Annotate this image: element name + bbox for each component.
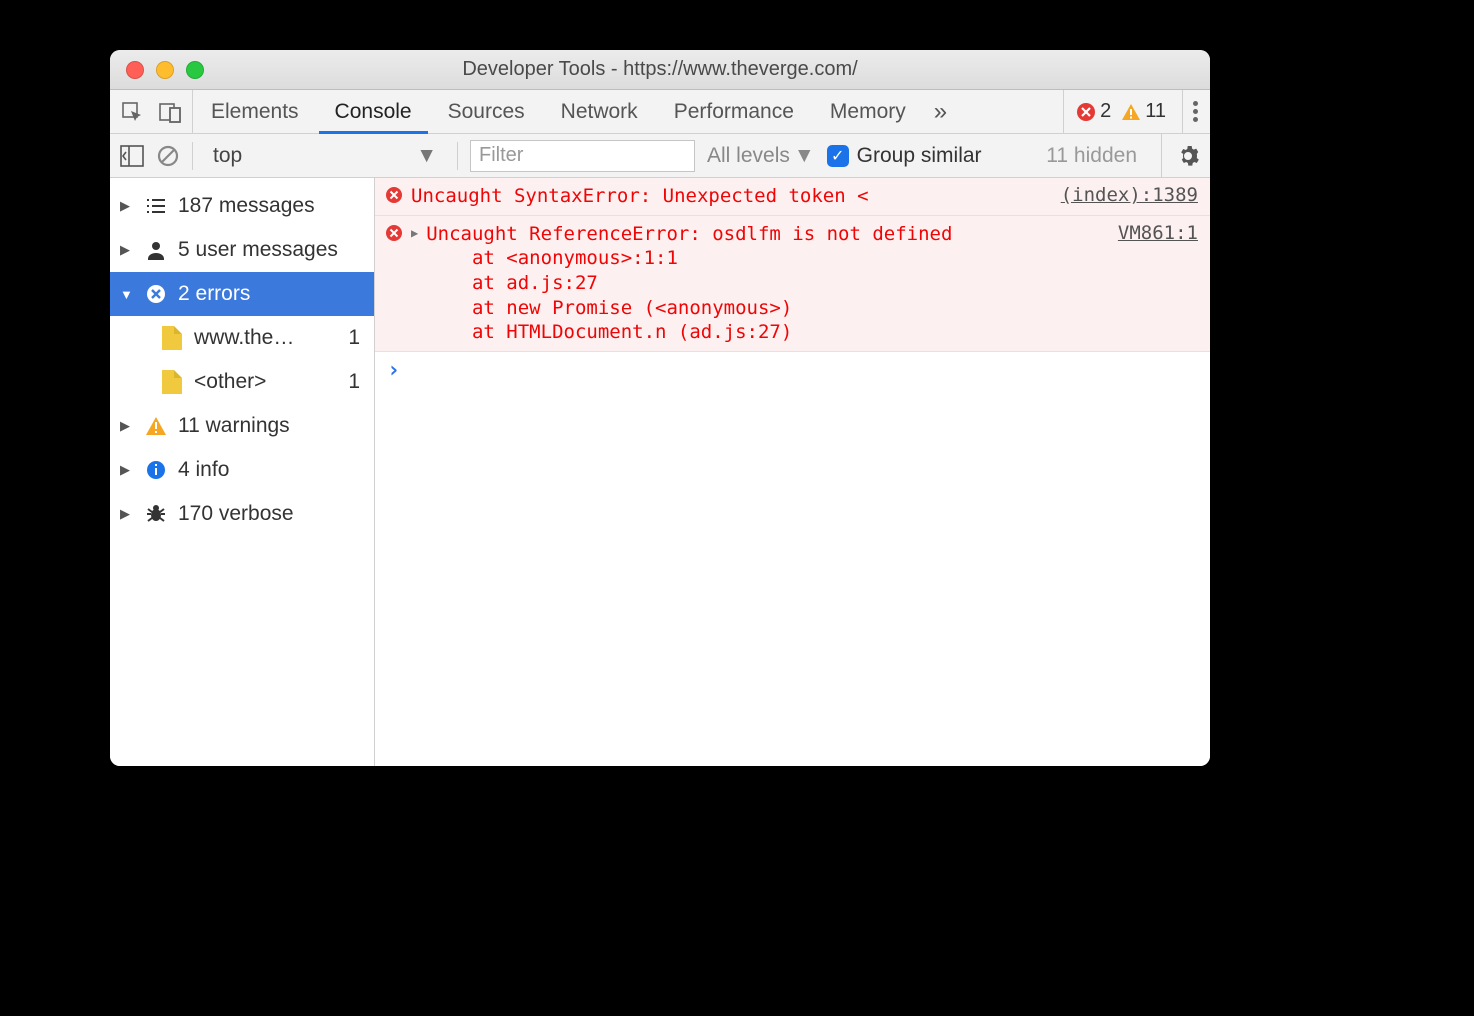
chevron-down-icon: ▼ (416, 144, 437, 168)
sidebar-item-error-source[interactable]: www.the… 1 (110, 316, 374, 360)
sidebar-toggle-icon[interactable] (120, 145, 144, 167)
console-toolbar: top ▼ All levels ▼ ✓ Group similar 11 hi… (110, 134, 1210, 178)
sidebar-item-errors[interactable]: ▼ 2 errors (110, 272, 374, 316)
message-source-link[interactable]: (index):1389 (1061, 184, 1198, 206)
inspect-tools (110, 90, 193, 133)
sidebar-item-label: 4 info (178, 458, 229, 482)
clear-console-icon[interactable] (156, 144, 180, 168)
tab-label: Memory (830, 100, 906, 124)
message-text: Uncaught SyntaxError: Unexpected token < (411, 184, 1053, 209)
sidebar-item-warnings[interactable]: ▶ 11 warnings (110, 404, 374, 448)
panel-tab-strip: Elements Console Sources Network Perform… (110, 90, 1210, 134)
sidebar-item-label: 11 warnings (178, 414, 290, 438)
console-prompt[interactable]: › (375, 352, 1210, 389)
tabs-overflow-button[interactable]: » (924, 90, 957, 133)
file-icon (160, 326, 184, 350)
tab-elements[interactable]: Elements (193, 90, 317, 133)
levels-label: All levels (707, 144, 790, 168)
error-count-badge[interactable]: 2 (1076, 100, 1111, 123)
device-toolbar-icon[interactable] (158, 100, 182, 124)
log-levels-select[interactable]: All levels ▼ (707, 144, 815, 168)
sidebar-item-label: 5 user messages (178, 238, 338, 262)
tab-console[interactable]: Console (317, 90, 430, 133)
console-body: ▶ 187 messages ▶ 5 user messages ▼ 2 err… (110, 178, 1210, 766)
panel-tabs: Elements Console Sources Network Perform… (193, 90, 1063, 133)
context-value: top (213, 144, 242, 168)
sidebar-item-label: 187 messages (178, 194, 315, 218)
traffic-lights (110, 61, 204, 79)
sidebar-item-count: 1 (348, 370, 364, 394)
warning-icon (144, 416, 168, 436)
disclosure-collapsed-icon: ▶ (120, 418, 134, 434)
list-icon (144, 197, 168, 215)
tab-label: Elements (211, 100, 299, 124)
user-icon (144, 239, 168, 261)
console-messages: Uncaught SyntaxError: Unexpected token <… (375, 178, 1210, 766)
sidebar-item-label: <other> (194, 370, 266, 394)
chevron-down-icon: ▼ (794, 144, 815, 168)
sidebar-item-verbose[interactable]: ▶ 170 verbose (110, 492, 374, 536)
window-title: Developer Tools - https://www.theverge.c… (110, 58, 1210, 81)
error-icon (144, 284, 168, 304)
group-similar-checkbox[interactable]: ✓ Group similar (827, 144, 982, 168)
group-similar-label: Group similar (857, 144, 982, 168)
message-text: Uncaught ReferenceError: osdlfm is not d… (426, 222, 1110, 345)
sidebar-item-user-messages[interactable]: ▶ 5 user messages (110, 228, 374, 272)
warning-icon (1121, 102, 1141, 122)
tab-sources[interactable]: Sources (430, 90, 543, 133)
sidebar-item-messages[interactable]: ▶ 187 messages (110, 184, 374, 228)
disclosure-collapsed-icon: ▶ (120, 242, 134, 258)
tab-label: Console (335, 100, 412, 124)
hidden-messages-button[interactable]: 11 hidden (1046, 144, 1137, 168)
tab-label: Performance (674, 100, 794, 124)
close-window-button[interactable] (126, 61, 144, 79)
sidebar-item-info[interactable]: ▶ 4 info (110, 448, 374, 492)
tab-performance[interactable]: Performance (656, 90, 812, 133)
error-icon (385, 224, 403, 242)
warning-count-badge[interactable]: 11 (1121, 100, 1166, 123)
console-message-error[interactable]: Uncaught SyntaxError: Unexpected token <… (375, 178, 1210, 216)
error-icon (385, 186, 403, 204)
message-source-link[interactable]: VM861:1 (1118, 222, 1198, 244)
warning-count-value: 11 (1145, 100, 1166, 123)
file-icon (160, 370, 184, 394)
sidebar-item-label: 2 errors (178, 282, 250, 306)
disclosure-expanded-icon: ▼ (120, 287, 134, 302)
sidebar-item-label: 170 verbose (178, 502, 294, 526)
checkbox-checked-icon: ✓ (827, 145, 849, 167)
disclosure-collapsed-icon: ▶ (120, 198, 134, 214)
console-settings-icon[interactable] (1161, 134, 1200, 177)
zoom-window-button[interactable] (186, 61, 204, 79)
execution-context-select[interactable]: top ▼ (205, 140, 445, 172)
chevron-double-right-icon: » (934, 98, 947, 126)
divider (457, 142, 458, 170)
tab-memory[interactable]: Memory (812, 90, 924, 133)
title-bar: Developer Tools - https://www.theverge.c… (110, 50, 1210, 90)
filter-input[interactable] (470, 140, 695, 172)
tab-label: Sources (448, 100, 525, 124)
settings-menu-button[interactable] (1182, 90, 1198, 133)
devtools-window: Developer Tools - https://www.theverge.c… (110, 50, 1210, 766)
error-icon (1076, 102, 1096, 122)
disclosure-collapsed-icon: ▶ (120, 506, 134, 522)
tab-network[interactable]: Network (543, 90, 656, 133)
tab-strip-status: 2 11 (1063, 90, 1210, 133)
error-count-value: 2 (1100, 100, 1111, 123)
minimize-window-button[interactable] (156, 61, 174, 79)
bug-icon (144, 503, 168, 525)
sidebar-item-error-source[interactable]: <other> 1 (110, 360, 374, 404)
console-sidebar: ▶ 187 messages ▶ 5 user messages ▼ 2 err… (110, 178, 375, 766)
inspect-element-icon[interactable] (120, 100, 144, 124)
disclosure-collapsed-icon: ▶ (120, 462, 134, 478)
sidebar-item-count: 1 (348, 326, 364, 350)
disclosure-collapsed-icon[interactable]: ▶ (411, 226, 418, 240)
info-icon (144, 460, 168, 480)
console-message-error[interactable]: ▶ Uncaught ReferenceError: osdlfm is not… (375, 216, 1210, 352)
sidebar-item-label: www.the… (194, 326, 294, 350)
divider (192, 142, 193, 170)
tab-label: Network (561, 100, 638, 124)
prompt-chevron-icon: › (387, 358, 400, 383)
